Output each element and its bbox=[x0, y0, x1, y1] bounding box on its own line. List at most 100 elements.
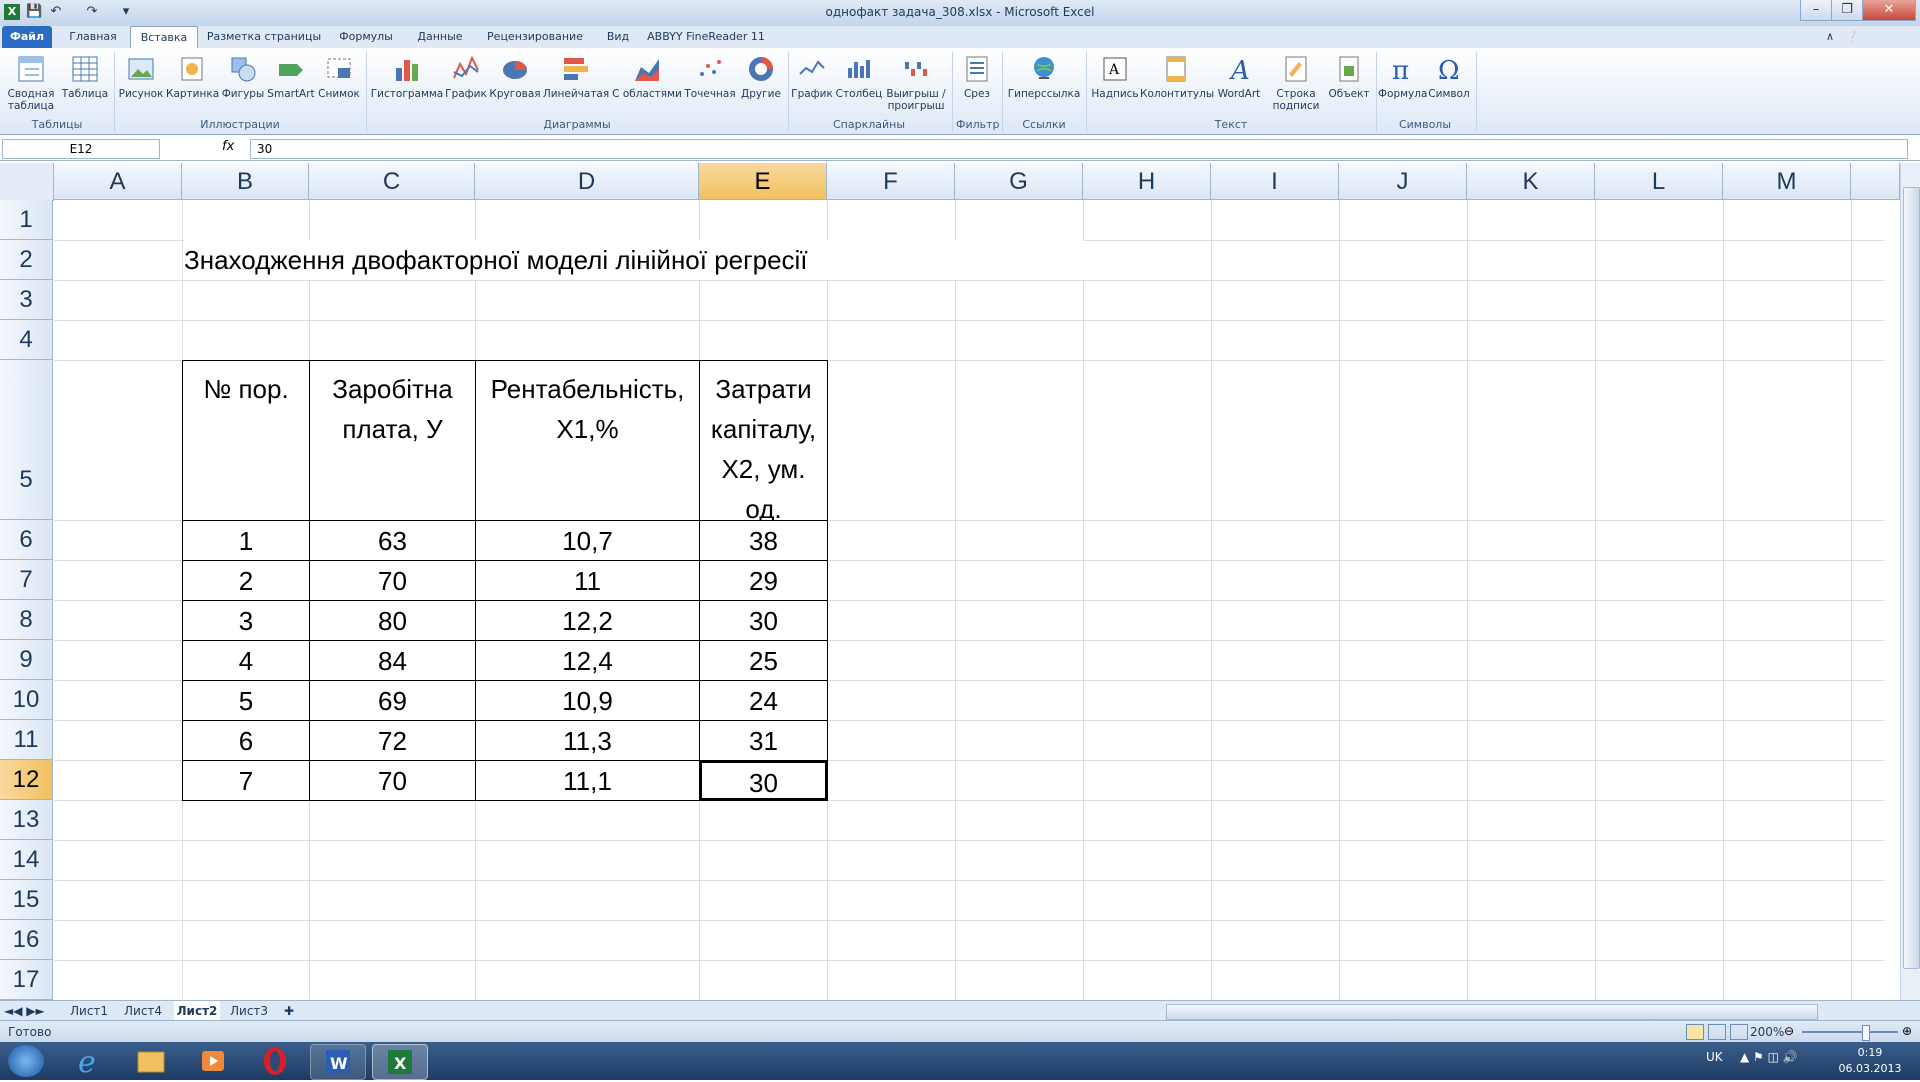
word-taskbar-icon[interactable]: W bbox=[310, 1044, 366, 1080]
clock-date[interactable]: 06.03.2013 bbox=[1834, 1062, 1906, 1075]
sheet-nav-arrows-icon[interactable]: ◄◀ ▶► bbox=[4, 1001, 64, 1021]
vertical-scrollbar[interactable] bbox=[1900, 163, 1920, 1000]
table-button[interactable]: Таблица bbox=[60, 52, 110, 100]
row-header-15[interactable]: 15 bbox=[0, 880, 53, 920]
tab-insert[interactable]: Вставка bbox=[130, 26, 198, 50]
row-header-10[interactable]: 10 bbox=[0, 680, 53, 720]
column-header-c[interactable]: C bbox=[309, 163, 475, 200]
column-header-b[interactable]: B bbox=[182, 163, 309, 200]
page-layout-view-icon[interactable] bbox=[1708, 1024, 1726, 1040]
scatter-chart-button[interactable]: Точечная bbox=[682, 52, 738, 100]
zoom-slider[interactable] bbox=[1802, 1031, 1898, 1033]
column-header-h[interactable]: H bbox=[1083, 163, 1211, 200]
signature-line-button[interactable]: Строка подписи bbox=[1266, 52, 1326, 112]
page-break-view-icon[interactable] bbox=[1730, 1024, 1748, 1040]
table-cell[interactable]: 25 bbox=[699, 640, 828, 681]
header-cell-capital-costs[interactable]: Затрати капіталу, Х2, ум. од. bbox=[699, 360, 828, 524]
tab-page-layout[interactable]: Разметка страницы bbox=[204, 26, 324, 48]
row-header-13[interactable]: 13 bbox=[0, 800, 53, 840]
tab-review[interactable]: Рецензирование bbox=[480, 26, 590, 48]
sheet-tab-4[interactable]: Лист4 bbox=[124, 1001, 164, 1021]
column-header-g[interactable]: G bbox=[955, 163, 1083, 200]
table-cell[interactable]: 4 bbox=[182, 640, 310, 681]
row-header-8[interactable]: 8 bbox=[0, 600, 53, 640]
sheet-tab-1[interactable]: Лист1 bbox=[70, 1001, 110, 1021]
header-cell-number[interactable]: № пор. bbox=[182, 360, 310, 521]
screenshot-button[interactable]: Снимок bbox=[316, 52, 362, 100]
line-chart-button[interactable]: График bbox=[444, 52, 488, 100]
table-cell[interactable]: 5 bbox=[182, 680, 310, 721]
table-cell[interactable]: 10,7 bbox=[475, 520, 700, 561]
table-cell[interactable]: 1 bbox=[182, 520, 310, 561]
header-cell-profitability[interactable]: Рентабельність, Х1,% bbox=[475, 360, 700, 521]
language-indicator[interactable]: UK bbox=[1706, 1050, 1723, 1064]
horizontal-scrollbar[interactable] bbox=[1166, 1004, 1818, 1020]
table-cell[interactable]: 70 bbox=[309, 560, 476, 601]
hyperlink-button[interactable]: Гиперссылка bbox=[1006, 52, 1082, 100]
textbox-button[interactable]: A Надпись bbox=[1090, 52, 1140, 100]
column-header-partial[interactable] bbox=[1851, 163, 1900, 200]
formula-input[interactable]: 30 bbox=[250, 139, 1908, 159]
clock-time[interactable]: 0:19 bbox=[1840, 1046, 1900, 1059]
start-button[interactable] bbox=[8, 1045, 44, 1077]
table-cell[interactable]: 11,1 bbox=[475, 760, 700, 801]
table-cell[interactable]: 7 bbox=[182, 760, 310, 801]
insert-sheet-icon[interactable]: ✚ bbox=[284, 1001, 304, 1021]
vertical-scroll-thumb[interactable] bbox=[1903, 187, 1920, 969]
tab-file[interactable]: Файл bbox=[2, 26, 52, 48]
pivot-table-button[interactable]: Сводная таблица bbox=[4, 52, 58, 112]
column-header-e[interactable]: E bbox=[699, 163, 827, 200]
zoom-level[interactable]: 200% bbox=[1750, 1025, 1784, 1039]
slicer-button[interactable]: Срез bbox=[956, 52, 998, 100]
normal-view-icon[interactable] bbox=[1686, 1024, 1704, 1040]
select-all-corner[interactable] bbox=[0, 163, 54, 201]
opera-taskbar-icon[interactable] bbox=[248, 1044, 302, 1078]
row-header-7[interactable]: 7 bbox=[0, 560, 53, 600]
zoom-slider-thumb[interactable] bbox=[1862, 1025, 1870, 1041]
row-header-12[interactable]: 12 bbox=[0, 760, 53, 800]
row-header-4[interactable]: 4 bbox=[0, 320, 53, 360]
table-cell[interactable]: 12,2 bbox=[475, 600, 700, 641]
other-charts-button[interactable]: Другие bbox=[738, 52, 784, 100]
row-header-5[interactable]: 5 bbox=[0, 360, 53, 520]
table-cell[interactable]: 3 bbox=[182, 600, 310, 641]
table-cell[interactable]: 80 bbox=[309, 600, 476, 641]
row-header-9[interactable]: 9 bbox=[0, 640, 53, 680]
table-cell[interactable]: 2 bbox=[182, 560, 310, 601]
tab-home[interactable]: Главная bbox=[62, 26, 124, 48]
table-cell[interactable]: 70 bbox=[309, 760, 476, 801]
table-cell[interactable]: 84 bbox=[309, 640, 476, 681]
table-cell[interactable]: 38 bbox=[699, 520, 828, 561]
sparkline-winloss-button[interactable]: Выигрыш / проигрыш bbox=[884, 52, 948, 112]
table-cell[interactable]: 10,9 bbox=[475, 680, 700, 721]
media-player-taskbar-icon[interactable] bbox=[186, 1044, 240, 1078]
shapes-button[interactable]: Фигуры bbox=[220, 52, 266, 100]
row-header-6[interactable]: 6 bbox=[0, 520, 53, 560]
tab-formulas[interactable]: Формулы bbox=[334, 26, 398, 48]
close-button[interactable]: ✕ bbox=[1862, 0, 1916, 21]
smartart-button[interactable]: SmartArt bbox=[266, 52, 316, 100]
table-cell[interactable]: 24 bbox=[699, 680, 828, 721]
row-header-11[interactable]: 11 bbox=[0, 720, 53, 760]
table-cell[interactable]: 11,3 bbox=[475, 720, 700, 761]
header-footer-button[interactable]: Колонтитулы bbox=[1140, 52, 1214, 100]
column-header-m[interactable]: M bbox=[1723, 163, 1851, 200]
sparkline-line-button[interactable]: График bbox=[790, 52, 834, 100]
zoom-out-icon[interactable]: ⊖ bbox=[1784, 1024, 1794, 1038]
table-cell[interactable]: 29 bbox=[699, 560, 828, 601]
sparkline-column-button[interactable]: Столбец bbox=[834, 52, 884, 100]
table-cell[interactable]: 69 bbox=[309, 680, 476, 721]
help-icon[interactable]: ❔ bbox=[1842, 26, 1862, 48]
collapse-ribbon-icon[interactable]: ∧ bbox=[1820, 26, 1840, 48]
symbol-button[interactable]: Ω Символ bbox=[1426, 52, 1472, 100]
explorer-taskbar-icon[interactable] bbox=[124, 1044, 178, 1078]
minimize-button[interactable]: – bbox=[1800, 0, 1832, 21]
row-header-3[interactable]: 3 bbox=[0, 280, 53, 320]
bar-chart-button[interactable]: Линейчатая bbox=[542, 52, 610, 100]
sheet-title[interactable]: Знаходження двофакторної моделі лінійної… bbox=[184, 240, 1084, 280]
active-cell-e12[interactable]: 30 bbox=[699, 760, 828, 801]
column-header-l[interactable]: L bbox=[1595, 163, 1723, 200]
sheet-tab-3[interactable]: Лист3 bbox=[230, 1001, 270, 1021]
wordart-button[interactable]: A WordArt bbox=[1212, 52, 1266, 100]
table-cell[interactable]: 63 bbox=[309, 520, 476, 561]
